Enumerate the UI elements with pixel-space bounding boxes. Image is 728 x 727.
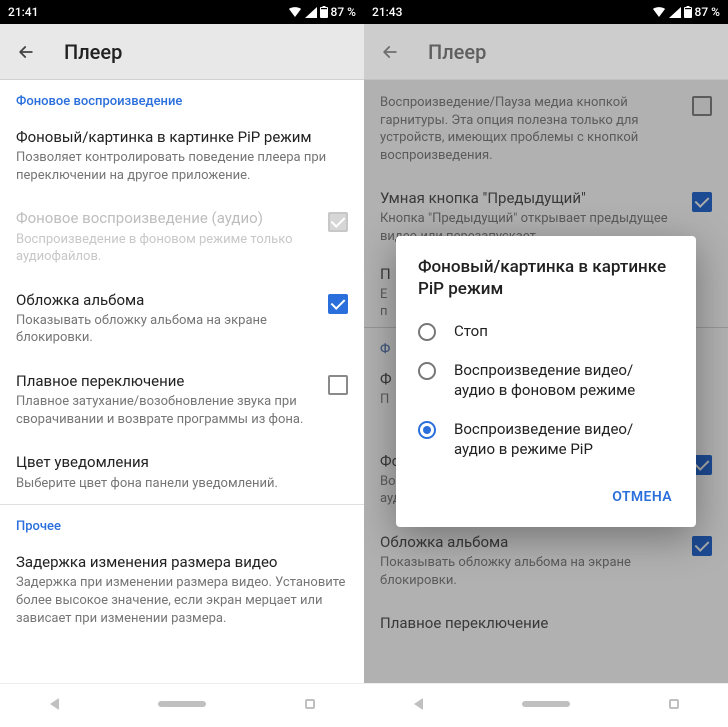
checkbox-icon[interactable] <box>328 375 348 395</box>
status-icons: 87 % <box>652 5 720 19</box>
checkbox-icon[interactable] <box>328 294 348 314</box>
option-label: Стоп <box>454 322 488 342</box>
pref-bg-audio: Фоновое воспроизведение (аудио) Воспроиз… <box>0 196 364 277</box>
nav-recents-icon[interactable] <box>305 699 315 709</box>
radio-icon <box>418 362 436 380</box>
battery-percent: 87 % <box>331 5 356 19</box>
status-time: 21:41 <box>8 5 38 19</box>
battery-percent: 87 % <box>695 5 720 19</box>
pref-title: Фоновое воспроизведение (аудио) <box>16 208 318 228</box>
back-arrow-icon[interactable] <box>16 42 36 62</box>
pref-smooth-switch[interactable]: Плавное переключение Плавное затухание/в… <box>0 359 364 440</box>
signal-icon <box>669 7 681 18</box>
pip-mode-dialog: Фоновый/картинка в картинке PiP режим Ст… <box>396 236 696 528</box>
dialog-title: Фоновый/картинка в картинке PiP режим <box>396 256 696 308</box>
settings-content: Фоновое воспроизведение Фоновый/картинка… <box>0 80 364 683</box>
status-bar: 21:41 87 % <box>0 0 364 24</box>
status-bar: 21:43 87 % <box>364 0 728 24</box>
pref-album-cover[interactable]: Обложка альбома Показывать обложку альбо… <box>0 278 364 359</box>
navigation-bar <box>0 683 364 727</box>
settings-content: Воспроизведение/Пауза медиа кнопкой гарн… <box>364 80 728 683</box>
nav-home-icon[interactable] <box>158 701 206 707</box>
option-label: Воспроизведение видео/аудио в фоновом ре… <box>454 361 674 400</box>
status-icons: 87 % <box>288 5 356 19</box>
pref-resize-delay[interactable]: Задержка изменения размера видео Задержк… <box>0 540 364 639</box>
navigation-bar <box>364 683 728 727</box>
pref-title: Цвет уведомления <box>16 452 348 472</box>
pref-sub: Показывать обложку альбома на экране бло… <box>16 312 318 347</box>
cancel-button[interactable]: ОТМЕНА <box>602 481 682 513</box>
nav-back-icon[interactable] <box>50 698 59 710</box>
battery-icon <box>684 6 692 18</box>
signal-icon <box>305 7 317 18</box>
app-bar: Плеер <box>0 24 364 80</box>
pref-sub: Плавное затухание/возобновление звука пр… <box>16 393 318 428</box>
pref-title: Задержка изменения размера видео <box>16 552 348 572</box>
pref-title: Обложка альбома <box>16 290 318 310</box>
screen-left: 21:41 87 % Плеер Фоновое воспроизведение… <box>0 0 364 727</box>
nav-back-icon[interactable] <box>414 698 423 710</box>
screen-right: 21:43 87 % Плеер Воспроизведение/Пауза м… <box>364 0 728 727</box>
dialog-option-pip[interactable]: Воспроизведение видео/аудио в режиме PiP <box>396 410 696 469</box>
pref-sub: Позволяет контролировать поведение плеер… <box>16 149 348 184</box>
section-header-background: Фоновое воспроизведение <box>0 80 364 115</box>
pref-sub: Воспроизведение в фоновом режиме только … <box>16 231 318 266</box>
checkbox-icon <box>328 212 348 232</box>
status-time: 21:43 <box>372 5 402 19</box>
dialog-options: Стоп Воспроизведение видео/аудио в фонов… <box>396 308 696 474</box>
radio-icon <box>418 323 436 341</box>
pref-sub: Задержка при изменении размера видео. Ус… <box>16 574 348 627</box>
pref-sub: Выберите цвет фона панели уведомлений. <box>16 475 348 493</box>
app-title: Плеер <box>64 40 122 64</box>
section-header-other: Прочее <box>0 505 364 540</box>
pref-title: Плавное переключение <box>16 371 318 391</box>
back-arrow-icon <box>380 42 400 62</box>
battery-icon <box>320 6 328 18</box>
pref-pip-mode[interactable]: Фоновый/картинка в картинке PiP режим По… <box>0 115 364 196</box>
pref-notification-color[interactable]: Цвет уведомления Выберите цвет фона пане… <box>0 440 364 504</box>
radio-icon <box>418 421 436 439</box>
dialog-option-stop[interactable]: Стоп <box>396 312 696 352</box>
dialog-option-background[interactable]: Воспроизведение видео/аудио в фоновом ре… <box>396 351 696 410</box>
option-label: Воспроизведение видео/аудио в режиме PiP <box>454 420 674 459</box>
app-bar: Плеер <box>364 24 728 80</box>
nav-recents-icon[interactable] <box>669 699 679 709</box>
dialog-actions: ОТМЕНА <box>396 473 696 519</box>
dialog-container: Фоновый/картинка в картинке PiP режим Ст… <box>364 80 728 683</box>
pref-title: Фоновый/картинка в картинке PiP режим <box>16 127 348 147</box>
wifi-icon <box>652 7 666 18</box>
app-title: Плеер <box>428 40 486 64</box>
wifi-icon <box>288 7 302 18</box>
nav-home-icon[interactable] <box>522 701 570 707</box>
